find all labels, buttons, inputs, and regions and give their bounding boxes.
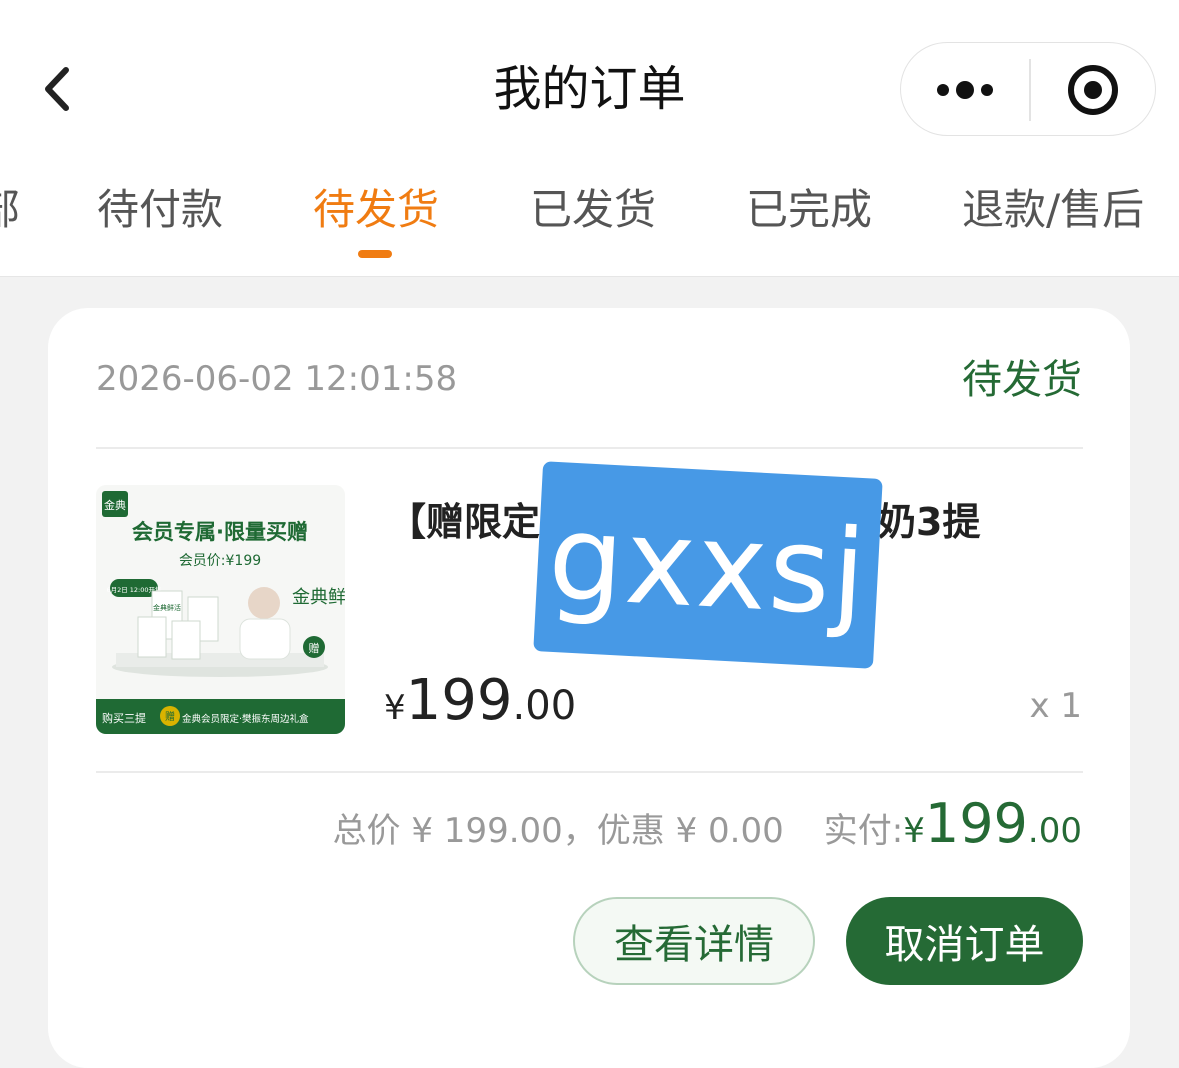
pack-label: 金典鲜活 xyxy=(153,603,181,612)
order-status-tabs: 部 待付款 待发货 已发货 已完成 退款/售后 xyxy=(0,180,1179,276)
tab-pending-payment[interactable]: 待付款 xyxy=(97,180,223,240)
price-integer: 199 xyxy=(405,668,513,733)
poster-headline: 会员专属·限量买赠 xyxy=(132,520,308,544)
watermark-overlay: gxxsj xyxy=(533,461,883,669)
tab-pending-shipment[interactable]: 待发货 xyxy=(313,180,439,240)
product-image[interactable]: 金典 会员专属·限量买赠 会员价:¥199 6月2日 12:00开售 金典鲜活 … xyxy=(96,485,345,734)
order-time: 2026-06-02 12:01:58 xyxy=(96,359,458,399)
divider xyxy=(96,447,1083,449)
person-head xyxy=(248,587,280,619)
top-navigation-bar: 我的订单 部 待付款 待发货 已发货 已完成 退款/售后 xyxy=(0,0,1179,277)
banner-text: 购买三提 xyxy=(102,711,146,725)
product-quantity: x 1 xyxy=(1029,686,1082,726)
banner-rest-text: 金典会员限定·樊振东周边礼盒 xyxy=(182,713,309,725)
active-tab-indicator xyxy=(358,250,392,258)
price-decimal: .00 xyxy=(512,683,577,729)
paid-label: 实付: xyxy=(823,811,904,851)
cancel-order-button[interactable]: 取消订单 xyxy=(846,897,1083,985)
total-and-discount: 总价 ¥ 199.00，优惠 ¥ 0.00 xyxy=(332,811,784,851)
product-name-prefix: 【赠限定 xyxy=(388,500,541,544)
target-circle-icon xyxy=(1068,65,1118,115)
paid-decimal: .00 xyxy=(1027,811,1082,851)
close-mini-program-button[interactable] xyxy=(1029,43,1157,137)
banner-gift-text: 赠 xyxy=(165,710,175,723)
more-button[interactable] xyxy=(901,43,1029,137)
tab-shipped[interactable]: 已发货 xyxy=(530,180,656,240)
milk-box xyxy=(171,620,201,660)
mini-program-capsule xyxy=(900,42,1156,136)
tab-refund-after-sales[interactable]: 退款/售后 xyxy=(962,180,1144,240)
poster-member-price: 会员价:¥199 xyxy=(179,553,261,569)
product-price: ¥199.00 xyxy=(384,668,576,733)
product-logo-script: 金典鲜活 xyxy=(292,587,345,608)
price-currency: ¥ xyxy=(384,688,406,728)
paid-currency: ¥ xyxy=(903,811,925,851)
milk-box xyxy=(137,616,167,658)
gift-badge-text: 赠 xyxy=(309,641,320,655)
more-dots-icon xyxy=(937,81,993,99)
view-details-button[interactable]: 查看详情 xyxy=(573,897,815,985)
product-name-suffix: 奶3提 xyxy=(878,500,981,544)
watermark-text: gxxsj xyxy=(545,487,871,643)
divider xyxy=(96,771,1083,773)
brand-text: 金典 xyxy=(104,498,126,512)
order-totals: 总价 ¥ 199.00，优惠 ¥ 0.00 实付: ¥199.00 xyxy=(333,792,1082,855)
product-poster: 金典 会员专属·限量买赠 会员价:¥199 6月2日 12:00开售 金典鲜活 … xyxy=(96,485,345,734)
tab-completed[interactable]: 已完成 xyxy=(746,180,872,240)
order-status-label: 待发货 xyxy=(962,357,1082,403)
person-body xyxy=(239,618,291,660)
paid-integer: 199 xyxy=(924,792,1028,855)
tab-all-partial[interactable]: 部 xyxy=(0,180,20,240)
